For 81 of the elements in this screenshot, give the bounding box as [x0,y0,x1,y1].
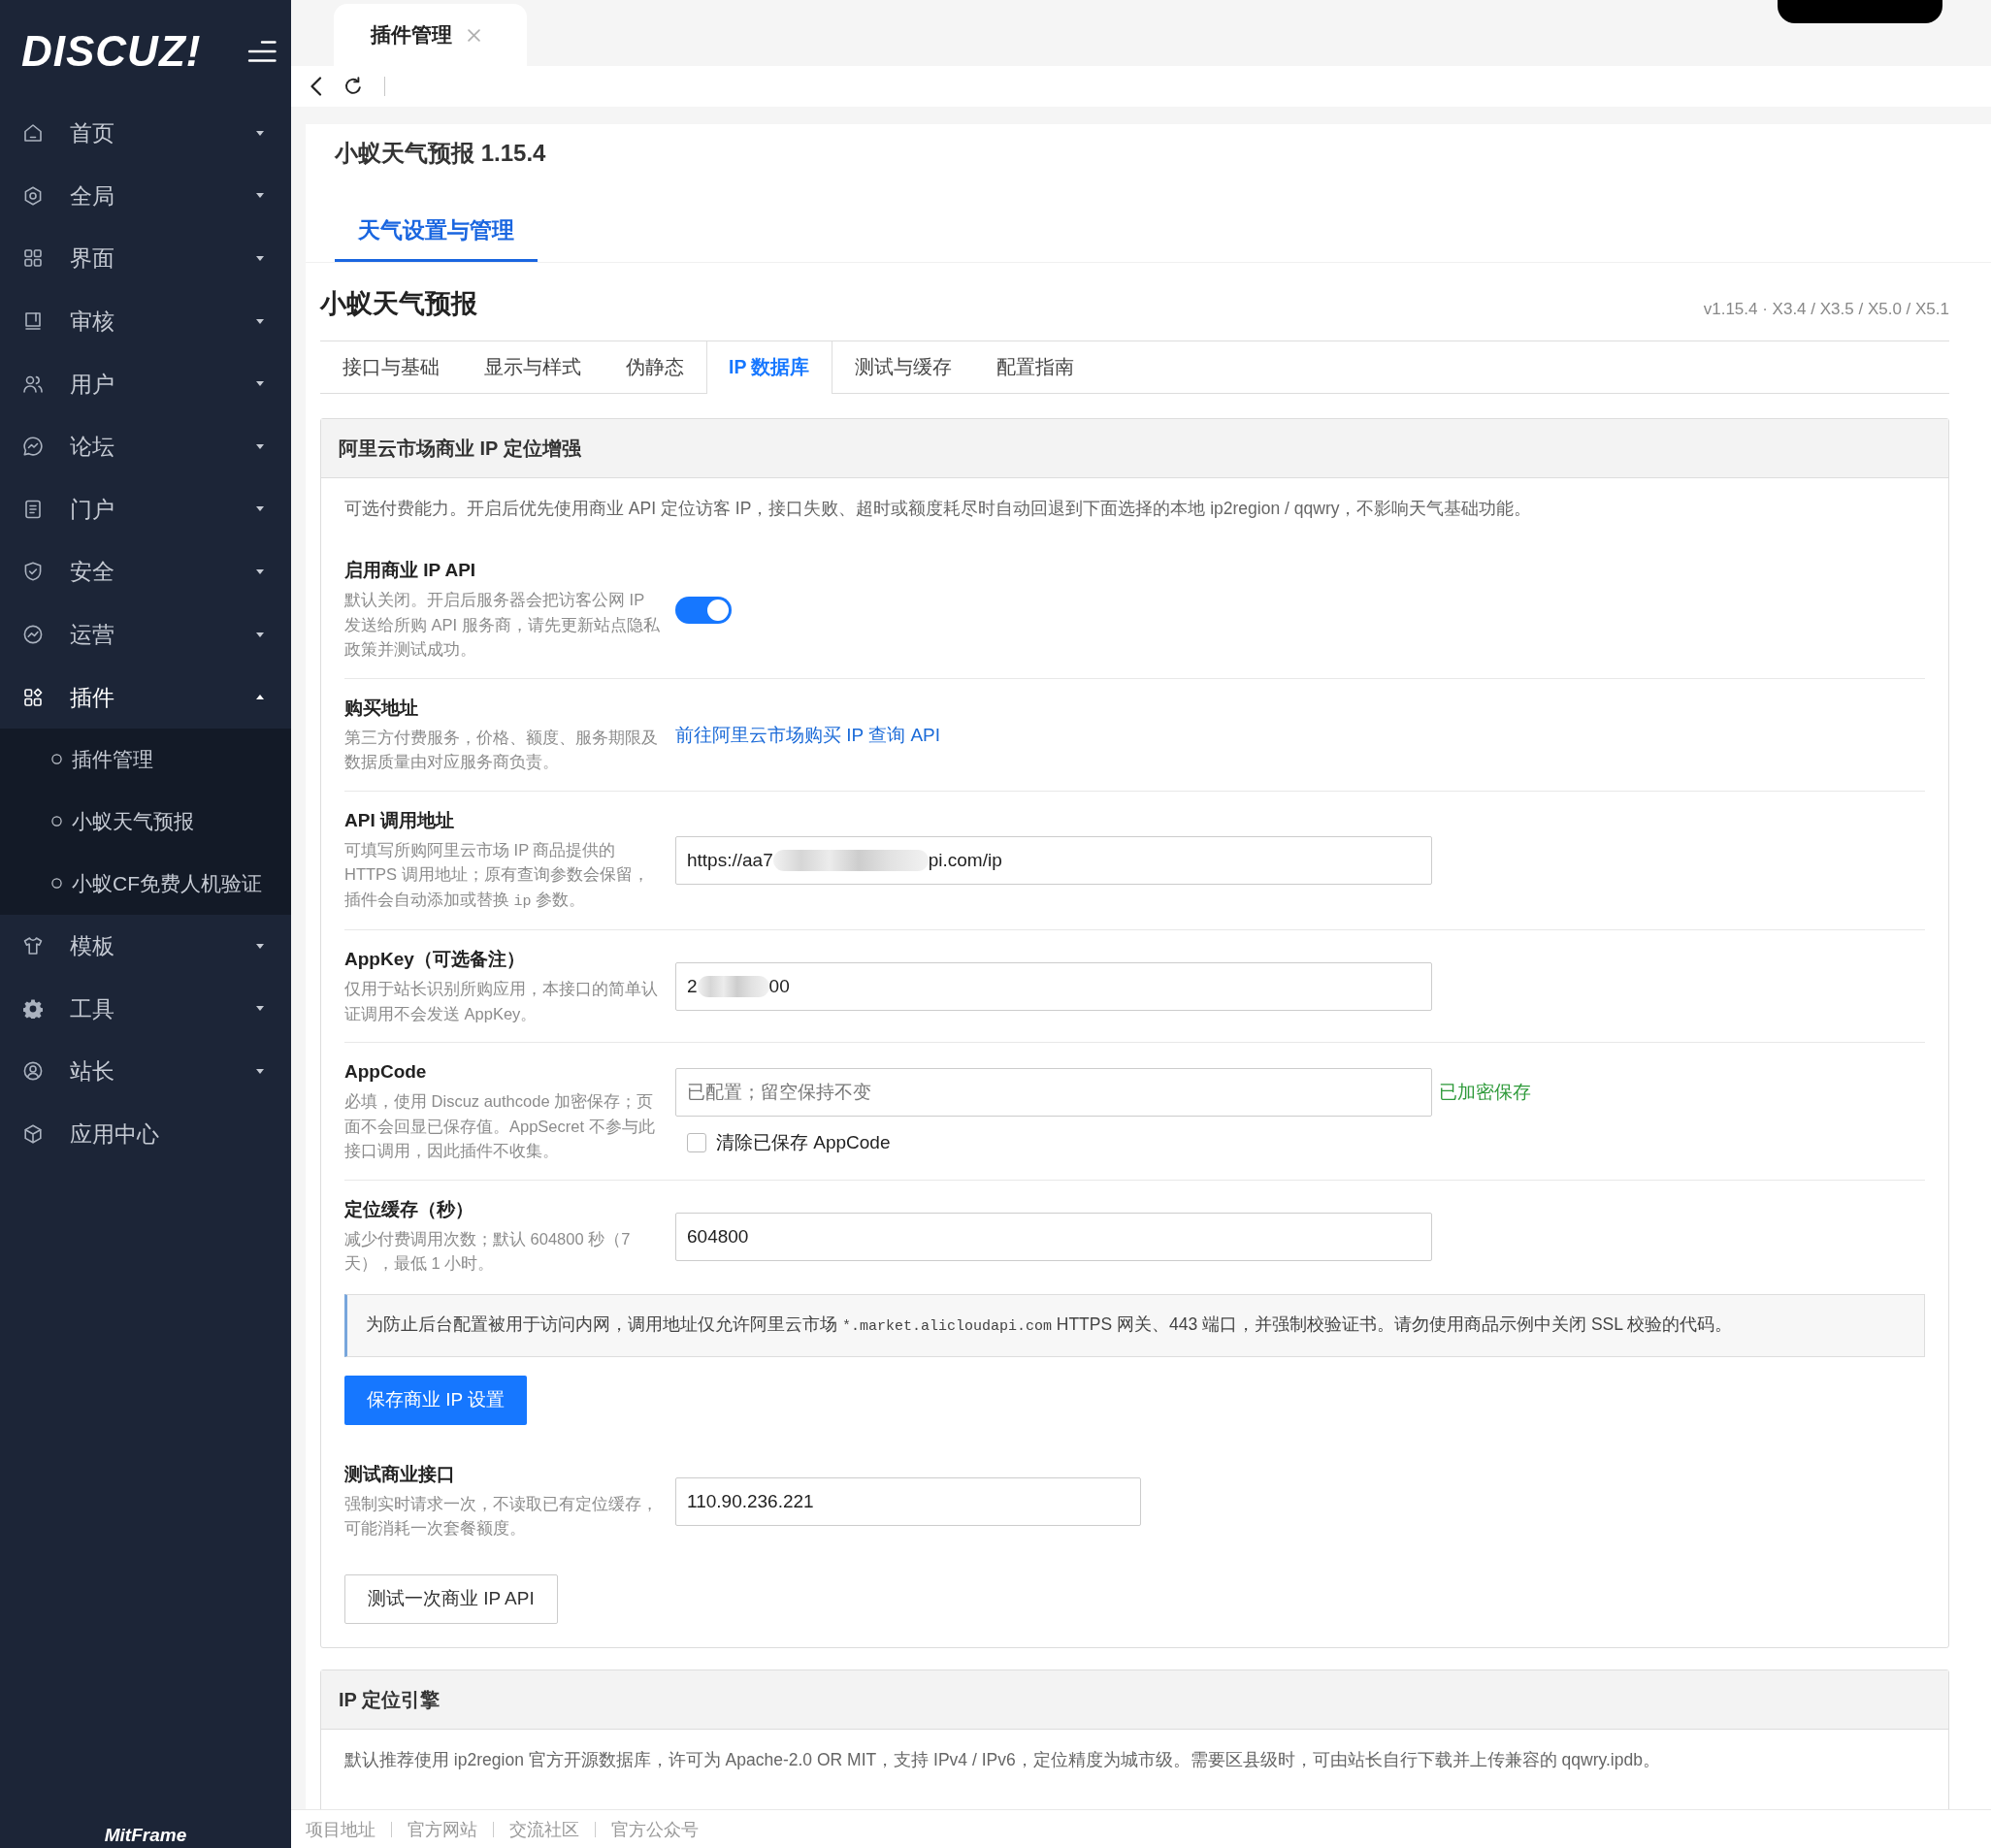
notice-text: 为防止后台配置被用于访问内网，调用地址仅允许阿里云市场 *.market.alicloudapi.com HTTPS 网关、443 端口，并强制校验证书。请勿使用商品示例中关闭 SSL 校验的代码。 [366,1313,1734,1337]
input-field[interactable]: 已配置；留空保持不变 [675,1067,1432,1117]
field-description: 第三方付费服务，价格、额度、服务期限及数据质量由对应服务商负责。 [344,727,659,772]
field-description: 强制实时请求一次，不读取已有定位缓存，可能消耗一次套餐额度。 [344,1493,659,1539]
content-tab[interactable]: 伪静态 [604,341,706,393]
content-tab[interactable]: 配置指南 [973,341,1096,393]
content-tab[interactable]: 显示与样式 [462,341,604,393]
field-label: AppKey（可选备注） [344,948,526,971]
circle-bullet-icon [51,754,62,765]
page-tab[interactable]: 插件管理 [334,4,527,66]
sidebar-item[interactable]: 用户 [0,352,291,415]
sidebar-subitem[interactable]: 小蚁CF免费人机验证 [0,852,291,915]
checkbox[interactable] [687,1132,706,1152]
chat-bubble-icon [23,437,43,457]
brand-text: MitFrame [103,1824,188,1847]
sidebar-item[interactable]: 工具 [0,977,291,1041]
field-label: 定位缓存（秒） [344,1197,474,1221]
field-label: 启用商业 IP API [344,559,477,582]
plugin-title: 小蚁天气预报 1.15.4 [335,139,546,168]
trend-circle-icon [23,625,43,645]
circle-bullet-icon [51,816,62,827]
input-field[interactable]: 110.90.236.221 [675,1476,1141,1526]
save-button[interactable]: 保存商业 IP 设置 [344,1375,528,1425]
sidebar-item[interactable]: 安全 [0,540,291,603]
cube-icon [23,1124,43,1144]
field-label: 测试商业接口 [344,1462,456,1486]
field-description: 仅用于站长识别所购应用，本接口的简单认证调用不会发送 AppKey。 [344,979,659,1024]
menu-icon[interactable] [247,39,277,63]
book-icon [23,311,43,332]
refresh-icon[interactable] [343,77,363,96]
tshirt-icon [23,936,43,956]
grid-icon [23,248,43,269]
sidebar-item[interactable]: 审核 [0,289,291,353]
field-label: 购买地址 [344,696,419,720]
section-description: 可选付费能力。开启后优先使用商业 API 定位访客 IP，接口失败、超时或额度耗尽时自动回退到下面选择的本地 ip2region / qqwry，不影响天气基础功能。 [344,498,1533,520]
section-description: 默认推荐使用 ip2region 官方开源数据库，许可为 Apache-2.0 OR MIT，支持 IPv4 / IPv6，定位精度为城市级。需要区县级时，可由站长自行下载并上传兼容的 qqwry.ipdb。 [344,1748,1661,1771]
home-icon [23,123,43,144]
field-description: 默认关闭。开启后服务器会把访客公网 IP 发送给所购 API 服务商，请先更新站点隐私政策并测试成功。 [344,590,661,660]
field-description: 必填，使用 Discuz authcode 加密保存；页面不会回显已保存值。AppSecret 不参与此接口调用，因此插件不收集。 [344,1091,656,1161]
sidebar-item[interactable]: 门户 [0,477,291,541]
content-tab[interactable]: 接口与基础 [320,341,462,393]
field-label: API 调用地址 [344,808,455,832]
content-tab[interactable]: IP 数据库 [706,341,832,394]
gear-icon [23,998,43,1019]
nut-icon [23,185,43,206]
input-field[interactable]: https://aa7 pi.com/ip [675,836,1432,886]
content-tab[interactable]: 测试与缓存 [832,341,974,393]
sidebar-item[interactable]: 论坛 [0,414,291,478]
toggle-switch[interactable] [675,596,732,624]
users-icon [23,373,43,394]
back-icon[interactable] [310,77,322,96]
apps-grid-icon [23,687,43,707]
document-icon [23,499,43,519]
sidebar-item[interactable]: 运营 [0,602,291,666]
user-circle-icon [23,1061,43,1082]
page-heading: 小蚁天气预报 [320,288,477,320]
section-title: IP 定位引擎 [339,1687,441,1712]
field-description: 可填写所购阿里云市场 IP 商品提供的 HTTPS 调用地址；原有查询参数会保留，插件会自动添加或替换 ip 参数。 [344,839,650,912]
sidebar-item[interactable]: 全局 [0,164,291,228]
sidebar-item[interactable]: 首页 [0,102,291,165]
shield-check-icon [23,562,43,582]
sidebar-subitem[interactable]: 插件管理 [0,728,291,791]
sidebar-item[interactable]: 站长 [0,1040,291,1103]
sidebar-item[interactable]: 界面 [0,227,291,290]
checkbox-label[interactable]: 清除已保存 AppCode [716,1129,891,1155]
header-tab[interactable]: 天气设置与管理 [335,200,538,262]
sidebar-item[interactable]: 插件 [0,665,291,729]
purchase-link[interactable]: 前往阿里云市场购买 IP 查询 API [675,722,941,748]
field-description: 减少付费调用次数；默认 604800 秒（7 天），最低 1 小时。 [344,1228,632,1274]
input-field[interactable]: 604800 [675,1212,1432,1261]
circle-bullet-icon [51,878,62,890]
input-field[interactable]: 2 00 [675,962,1432,1011]
status-text: 已加密保存 [1439,1080,1531,1104]
logo-text: DISCUZ! [21,26,202,76]
sidebar-item[interactable]: 应用中心 [0,1102,291,1166]
sidebar-item[interactable]: 模板 [0,914,291,978]
test-button[interactable]: 测试一次商业 IP API [344,1573,558,1624]
version-text: v1.15.4 · X3.4 / X3.5 / X5.0 / X5.1 [1703,299,1949,320]
field-label: AppCode [344,1060,428,1084]
sidebar-subitem[interactable]: 小蚁天气预报 [0,790,291,853]
section-title: 阿里云市场商业 IP 定位增强 [339,437,581,461]
